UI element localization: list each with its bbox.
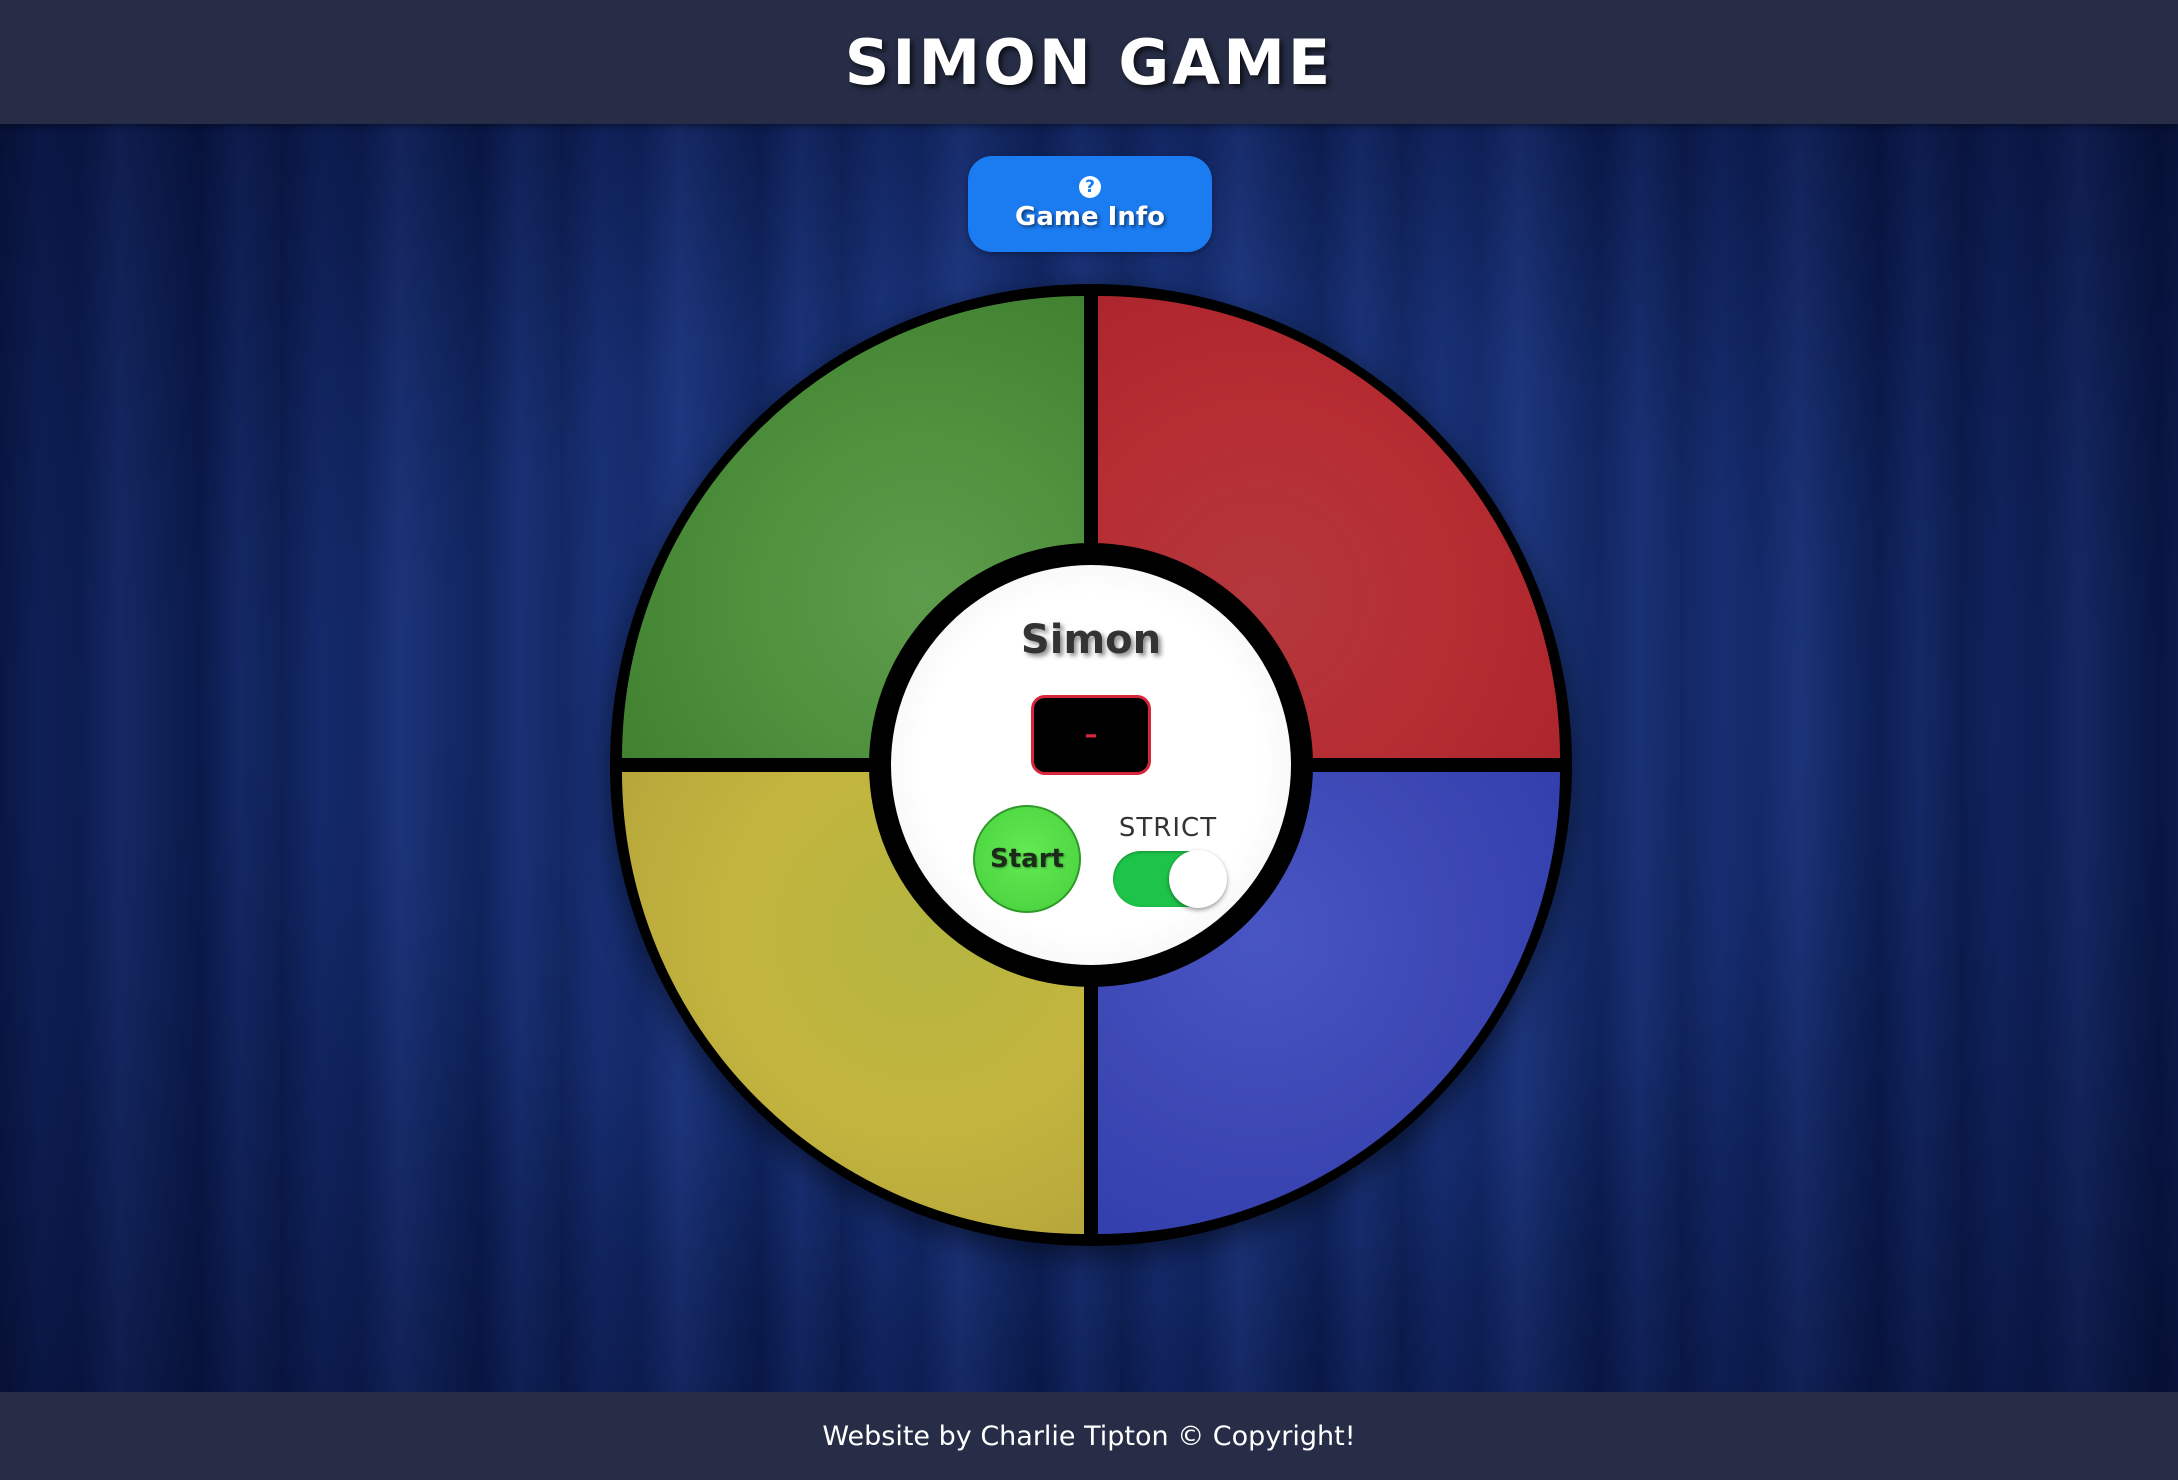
count-display: – — [1031, 695, 1151, 775]
page-footer: Website by Charlie Tipton © Copyright! — [0, 1392, 2178, 1480]
toggle-knob — [1169, 850, 1227, 908]
game-info-label: Game Info — [1014, 202, 1166, 232]
control-panel: Simon – Start STRICT — [891, 565, 1291, 965]
footer-text: Website by Charlie Tipton © Copyright! — [822, 1420, 1356, 1452]
start-button[interactable]: Start — [973, 805, 1081, 913]
center-ring: Simon – Start STRICT — [869, 543, 1313, 987]
simon-board: Simon – Start STRICT — [610, 284, 1572, 1246]
page-header: SIMON GAME — [0, 0, 2178, 124]
strict-toggle[interactable] — [1113, 850, 1227, 908]
question-circle-icon: ? — [1079, 176, 1101, 198]
game-info-button[interactable]: ? Game Info — [968, 156, 1212, 252]
simon-label: Simon — [1020, 617, 1162, 663]
page-title: SIMON GAME — [844, 25, 1334, 99]
strict-label: STRICT — [1118, 813, 1218, 843]
